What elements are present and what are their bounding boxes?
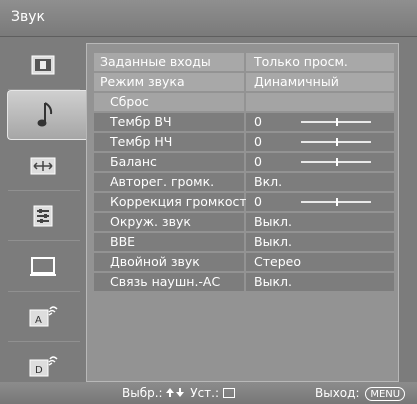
row-value: Стерео (246, 253, 394, 271)
sidebar-item-monitor[interactable] (0, 242, 86, 292)
menu-button[interactable]: MENU (365, 387, 406, 401)
menu-row-bbe[interactable]: BBE Выкл. (94, 233, 394, 251)
row-value: 0 (246, 133, 394, 151)
svg-text:D: D (35, 365, 43, 376)
row-value: Выкл. (246, 233, 394, 251)
screen-icon (30, 157, 56, 175)
menu-row-treble[interactable]: Тембр ВЧ 0 (94, 113, 394, 131)
analog-setup-icon: A (29, 306, 58, 327)
treble-slider[interactable] (301, 118, 371, 126)
balance-slider[interactable] (301, 158, 371, 166)
menu-row-headphone-link[interactable]: Связь наушн.-АС Выкл. (94, 273, 394, 291)
row-value (246, 93, 394, 111)
sidebar-item-sound[interactable] (7, 90, 86, 140)
row-value: 0 (246, 153, 394, 171)
menu-row-surround[interactable]: Окруж. звук Выкл. (94, 213, 394, 231)
row-value: Выкл. (246, 273, 394, 291)
music-note-icon (37, 102, 53, 127)
value-text: 0 (254, 154, 262, 169)
menu-row-reset[interactable]: Сброс (94, 93, 394, 111)
row-label: Заданные входы (94, 53, 244, 71)
row-label: Коррекция громкости (94, 193, 255, 211)
value-text: 0 (254, 114, 262, 129)
page-title: Звук (11, 9, 45, 25)
slider-knob[interactable] (336, 118, 338, 126)
row-label: Двойной звук (94, 253, 244, 271)
row-value: Выкл. (246, 213, 394, 231)
row-value: 0 (246, 193, 394, 211)
sidebar-item-settings[interactable] (0, 191, 86, 241)
exit-label: Выход: (315, 386, 360, 400)
sidebar: A D (0, 40, 86, 392)
menu-row-volume-offset[interactable]: Коррекция громкости 0 (94, 193, 394, 211)
row-value: Только просм. (246, 53, 394, 71)
sidebar-item-analog-setup[interactable]: A (0, 292, 86, 342)
menu-row-preset-inputs[interactable]: Заданные входы Только просм. (94, 53, 394, 71)
slider-knob[interactable] (336, 198, 338, 206)
sidebar-item-screen[interactable] (0, 141, 86, 191)
row-label: Авторег. громк. (94, 173, 244, 191)
value-text: 0 (254, 194, 262, 209)
volume-offset-slider[interactable] (301, 198, 371, 206)
monitor-icon (30, 257, 56, 276)
row-label: Окруж. звук (94, 213, 244, 231)
row-label: Режим звука (94, 73, 244, 91)
row-label: Баланс (94, 153, 244, 171)
picture-icon (31, 55, 55, 75)
menu-row-auto-volume[interactable]: Авторег. громк. Вкл. (94, 173, 394, 191)
select-label: Выбр.: (122, 386, 163, 400)
main-area: A D Заданные входы Только просм. Режим з… (0, 37, 417, 392)
set-label: Уст.: (190, 386, 220, 400)
bass-slider[interactable] (301, 138, 371, 146)
row-label: Связь наушн.-АС (94, 273, 244, 291)
sidebar-item-picture[interactable] (0, 40, 86, 90)
settings-panel: Заданные входы Только просм. Режим звука… (86, 43, 399, 382)
row-value: Вкл. (246, 173, 394, 191)
up-down-arrows-icon (166, 388, 185, 397)
exit-hint: Выход: MENU (315, 386, 406, 401)
row-label: Сброс (94, 93, 244, 111)
row-value: 0 (246, 113, 394, 131)
value-text: 0 (254, 134, 262, 149)
menu-row-bass[interactable]: Тембр НЧ 0 (94, 133, 394, 151)
title-bar: Звук (0, 0, 417, 37)
slider-knob[interactable] (336, 138, 338, 146)
menu-row-balance[interactable]: Баланс 0 (94, 153, 394, 171)
row-value: Динамичный (246, 73, 394, 91)
enter-key-icon (222, 388, 235, 398)
digital-setup-icon: D (29, 356, 58, 377)
svg-text:A: A (35, 315, 42, 326)
footer-hints: Выбр.: Уст.: Выход: MENU (0, 382, 417, 404)
menu-row-sound-mode[interactable]: Режим звука Динамичный (94, 73, 394, 91)
settings-list-icon (33, 205, 53, 227)
row-label: Тембр НЧ (94, 133, 244, 151)
row-label: Тембр ВЧ (94, 113, 244, 131)
menu-row-dual-sound[interactable]: Двойной звук Стерео (94, 253, 394, 271)
navigation-hint: Выбр.: Уст.: (122, 386, 235, 400)
row-label: BBE (94, 233, 244, 251)
slider-knob[interactable] (336, 158, 338, 166)
